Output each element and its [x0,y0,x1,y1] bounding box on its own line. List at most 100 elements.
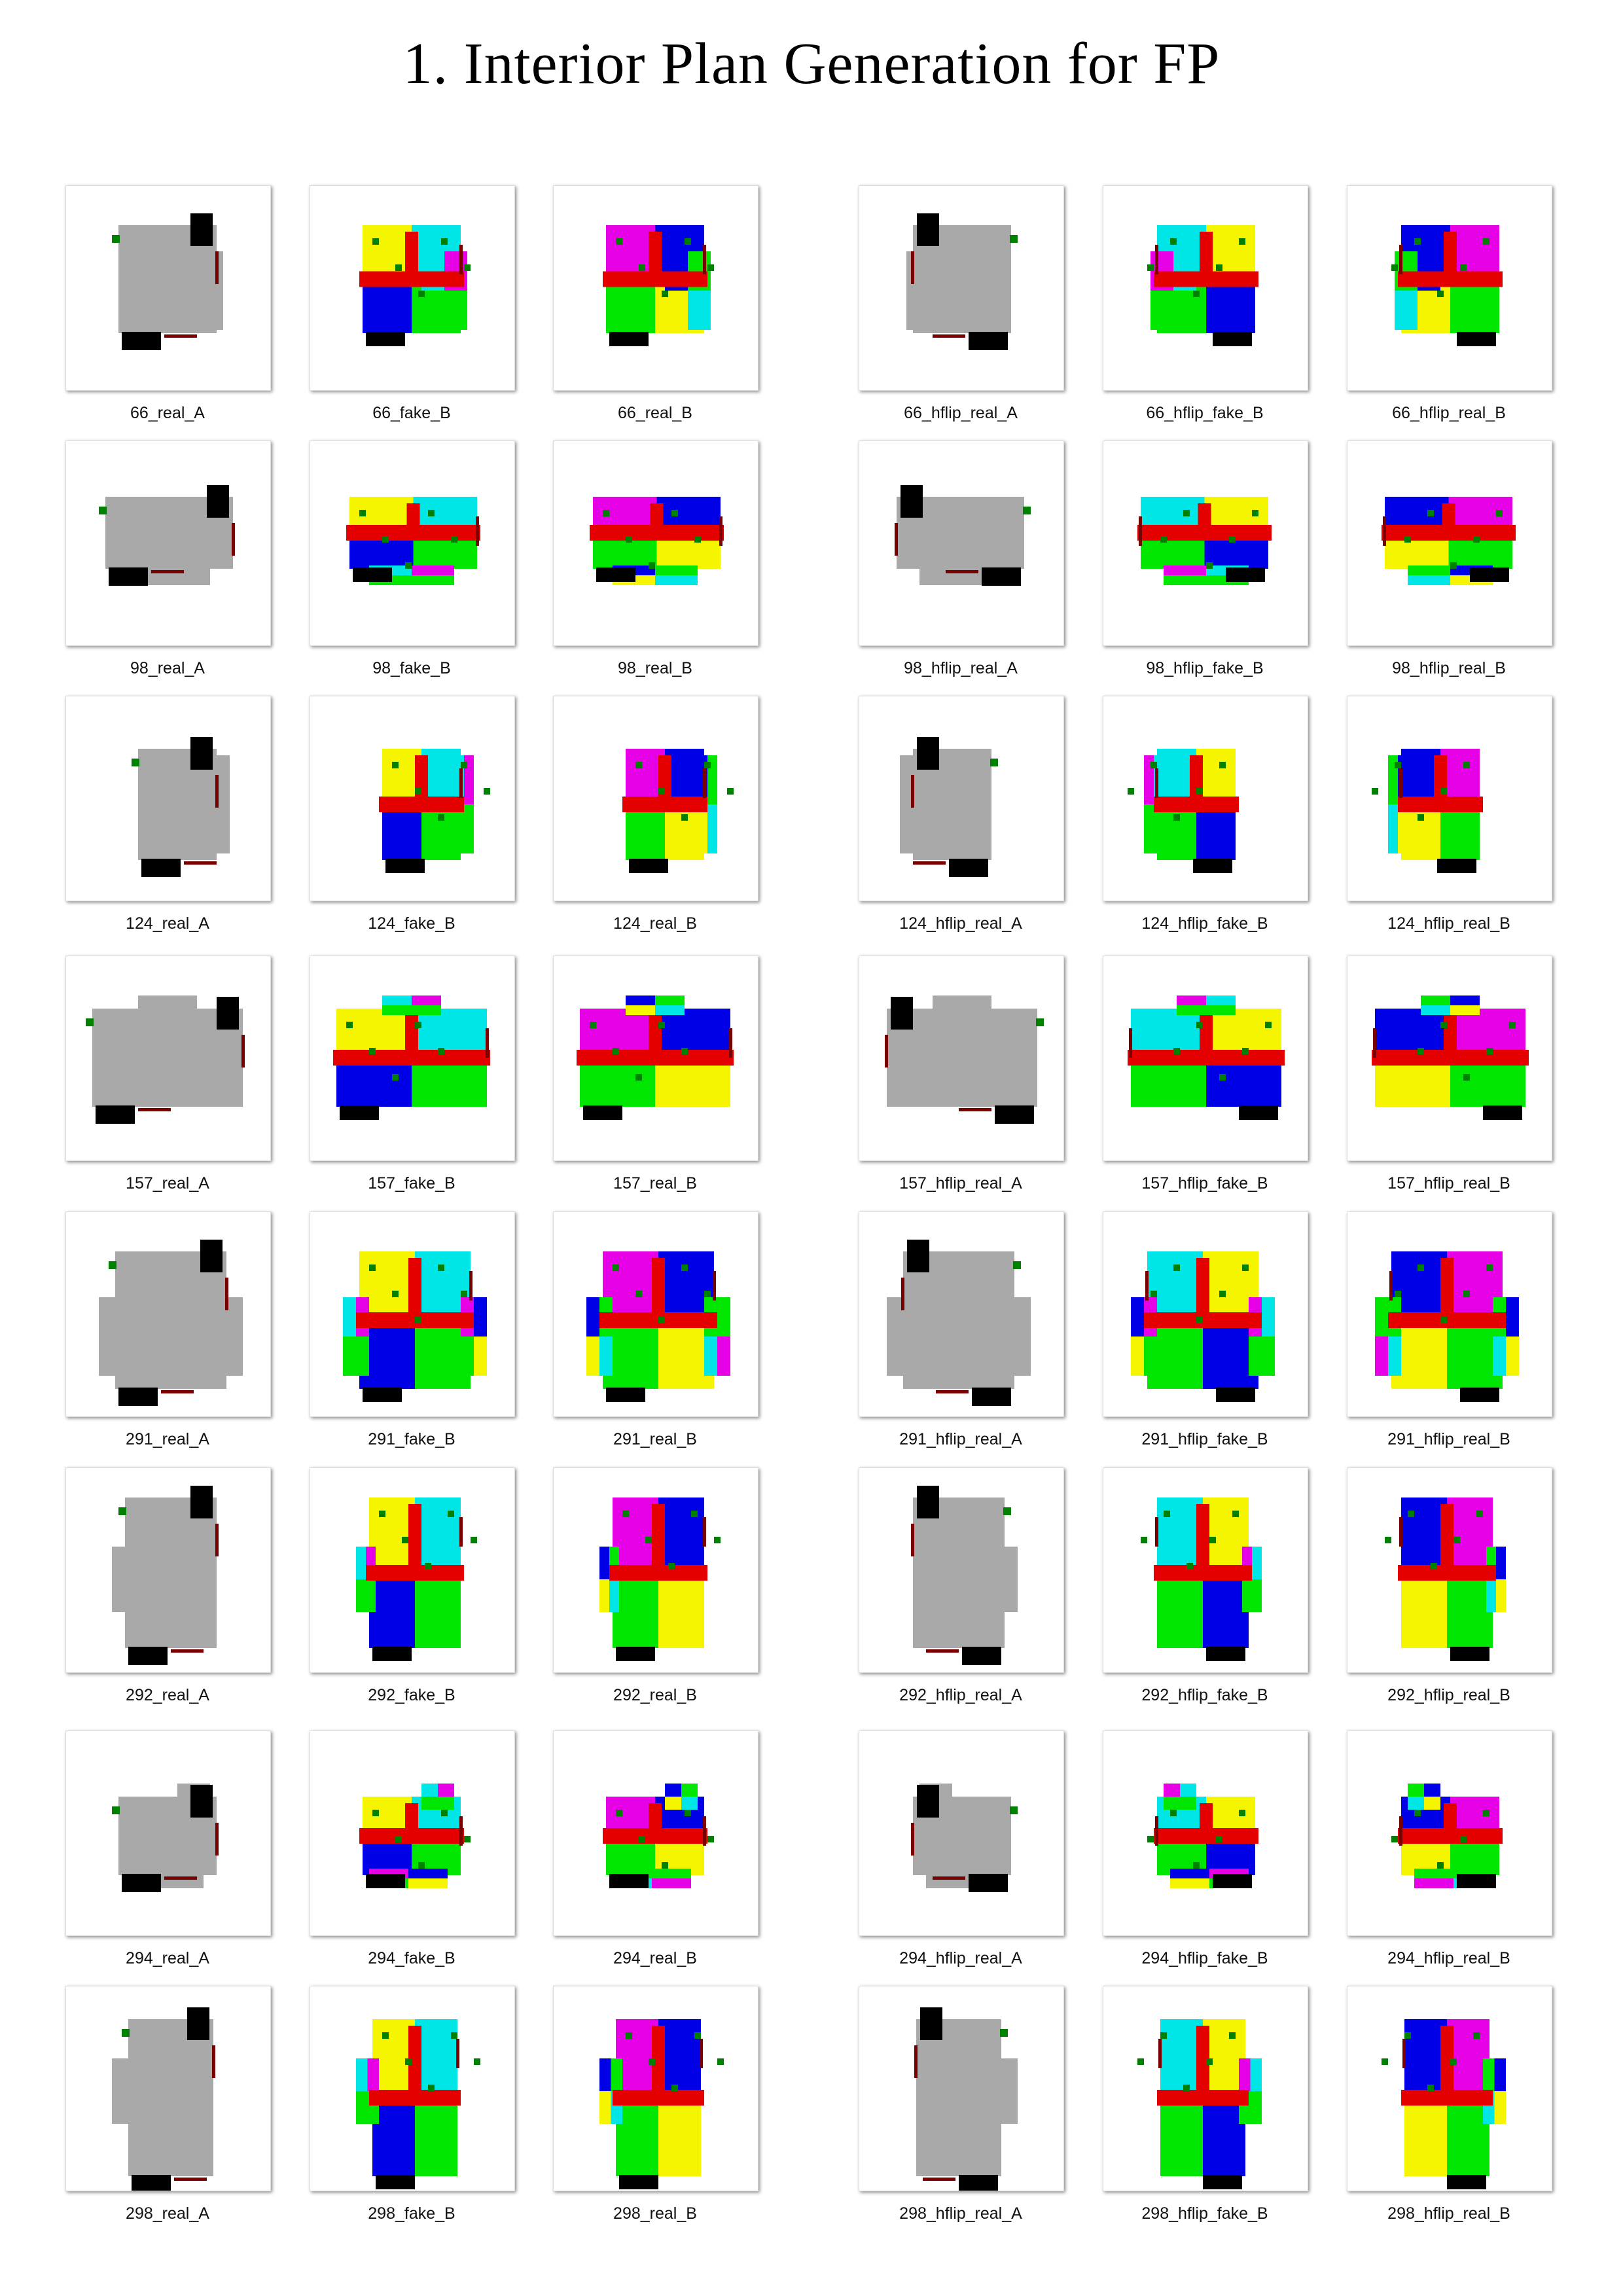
thumbnail-image[interactable] [1103,1731,1308,1936]
thumbnail-image[interactable] [310,1211,515,1417]
thumbnail-tile[interactable]: 157_hflip_real_B [1347,956,1555,1193]
thumbnail-image[interactable] [859,1467,1064,1673]
thumbnail-image[interactable] [310,440,515,646]
thumbnail-image[interactable] [1347,1211,1552,1417]
thumbnail-tile[interactable]: 124_real_A [65,696,274,933]
thumbnail-tile[interactable]: 157_hflip_fake_B [1103,956,1311,1193]
thumbnail-image[interactable] [65,1986,271,2191]
thumbnail-tile[interactable]: 292_hflip_real_A [859,1467,1067,1705]
thumbnail-tile[interactable]: 66_fake_B [310,185,518,423]
thumbnail-image[interactable] [859,185,1064,391]
floor-plan-svg [1382,497,1516,585]
thumbnail-image[interactable] [65,1731,271,1936]
thumbnail-image[interactable] [65,1467,271,1673]
thumbnail-image[interactable] [65,696,271,901]
thumbnail-tile[interactable]: 66_hflip_real_B [1347,185,1555,423]
thumbnail-tile[interactable]: 124_hflip_real_A [859,696,1067,933]
thumbnail-tile[interactable]: 294_hflip_real_A [859,1731,1067,1968]
thumbnail-image[interactable] [859,1211,1064,1417]
thumbnail-tile[interactable]: 98_hflip_real_A [859,440,1067,678]
thumbnail-tile[interactable]: 98_real_B [553,440,761,678]
thumbnail-tile[interactable]: 294_hflip_real_B [1347,1731,1555,1968]
thumbnail-tile[interactable]: 292_real_A [65,1467,274,1705]
thumbnail-tile[interactable]: 292_hflip_real_B [1347,1467,1555,1705]
thumbnail-image[interactable] [1103,1211,1308,1417]
thumbnail-image[interactable] [1347,1986,1552,2191]
thumbnail-image[interactable] [1347,696,1552,901]
thumbnail-tile[interactable]: 291_hflip_real_A [859,1211,1067,1449]
thumbnail-image[interactable] [553,440,758,646]
thumbnail-tile[interactable]: 292_fake_B [310,1467,518,1705]
thumbnail-image[interactable] [1103,440,1308,646]
thumbnail-tile[interactable]: 66_real_B [553,185,761,423]
door-marker [464,1836,471,1842]
thumbnail-tile[interactable]: 298_real_B [553,1986,761,2223]
thumbnail-image[interactable] [553,956,758,1161]
thumbnail-tile[interactable]: 298_real_A [65,1986,274,2223]
thumbnail-tile[interactable]: 98_hflip_fake_B [1103,440,1311,678]
thumbnail-tile[interactable]: 124_real_B [553,696,761,933]
thumbnail-tile[interactable]: 291_hflip_fake_B [1103,1211,1311,1449]
thumbnail-tile[interactable]: 66_hflip_real_A [859,185,1067,423]
thumbnail-tile[interactable]: 294_hflip_fake_B [1103,1731,1311,1968]
thumbnail-tile[interactable]: 291_real_B [553,1211,761,1449]
thumbnail-image[interactable] [553,1211,758,1417]
thumbnail-image[interactable] [553,1731,758,1936]
thumbnail-tile[interactable]: 157_real_A [65,956,274,1193]
thumbnail-tile[interactable]: 291_real_A [65,1211,274,1449]
thumbnail-image[interactable] [1103,1467,1308,1673]
thumbnail-tile[interactable]: 294_real_A [65,1731,274,1968]
thumbnail-image[interactable] [859,956,1064,1161]
thumbnail-tile[interactable]: 98_fake_B [310,440,518,678]
thumbnail-image[interactable] [553,696,758,901]
door-marker [1486,1265,1493,1271]
thumbnail-tile[interactable]: 66_hflip_fake_B [1103,185,1311,423]
thumbnail-image[interactable] [859,696,1064,901]
thumbnail-tile[interactable]: 292_hflip_fake_B [1103,1467,1311,1705]
door-marker [613,1265,619,1271]
thumbnail-image[interactable] [1347,185,1552,391]
thumbnail-tile[interactable]: 157_hflip_real_A [859,956,1067,1193]
thumbnail-image[interactable] [310,1986,515,2191]
thumbnail-image[interactable] [1103,1986,1308,2191]
thumbnail-image[interactable] [1347,956,1552,1161]
thumbnail-image[interactable] [553,185,758,391]
thumbnail-tile[interactable]: 66_real_A [65,185,274,423]
thumbnail-image[interactable] [65,1211,271,1417]
thumbnail-tile[interactable]: 298_hflip_real_B [1347,1986,1555,2223]
thumbnail-tile[interactable]: 292_real_B [553,1467,761,1705]
thumbnail-tile[interactable]: 294_fake_B [310,1731,518,1968]
thumbnail-image[interactable] [65,185,271,391]
thumbnail-image[interactable] [859,440,1064,646]
thumbnail-image[interactable] [310,1731,515,1936]
thumbnail-tile[interactable]: 291_hflip_real_B [1347,1211,1555,1449]
thumbnail-image[interactable] [310,956,515,1161]
thumbnail-tile[interactable]: 291_fake_B [310,1211,518,1449]
thumbnail-tile[interactable]: 124_hflip_fake_B [1103,696,1311,933]
thumbnail-image[interactable] [1347,440,1552,646]
thumbnail-tile[interactable]: 124_fake_B [310,696,518,933]
thumbnail-tile[interactable]: 157_fake_B [310,956,518,1193]
thumbnail-image[interactable] [1103,956,1308,1161]
thumbnail-tile[interactable]: 98_hflip_real_B [1347,440,1555,678]
thumbnail-tile[interactable]: 298_fake_B [310,1986,518,2223]
thumbnail-image[interactable] [310,185,515,391]
thumbnail-image[interactable] [859,1986,1064,2191]
thumbnail-image[interactable] [1347,1731,1552,1936]
thumbnail-tile[interactable]: 98_real_A [65,440,274,678]
thumbnail-image[interactable] [1103,185,1308,391]
thumbnail-tile[interactable]: 294_real_B [553,1731,761,1968]
thumbnail-image[interactable] [65,440,271,646]
thumbnail-tile[interactable]: 124_hflip_real_B [1347,696,1555,933]
thumbnail-tile[interactable]: 157_real_B [553,956,761,1193]
thumbnail-image[interactable] [1347,1467,1552,1673]
thumbnail-image[interactable] [553,1467,758,1673]
thumbnail-image[interactable] [553,1986,758,2191]
thumbnail-image[interactable] [1103,696,1308,901]
thumbnail-image[interactable] [310,1467,515,1673]
thumbnail-image[interactable] [310,696,515,901]
thumbnail-image[interactable] [859,1731,1064,1936]
thumbnail-image[interactable] [65,956,271,1161]
thumbnail-tile[interactable]: 298_hflip_fake_B [1103,1986,1311,2223]
thumbnail-tile[interactable]: 298_hflip_real_A [859,1986,1067,2223]
